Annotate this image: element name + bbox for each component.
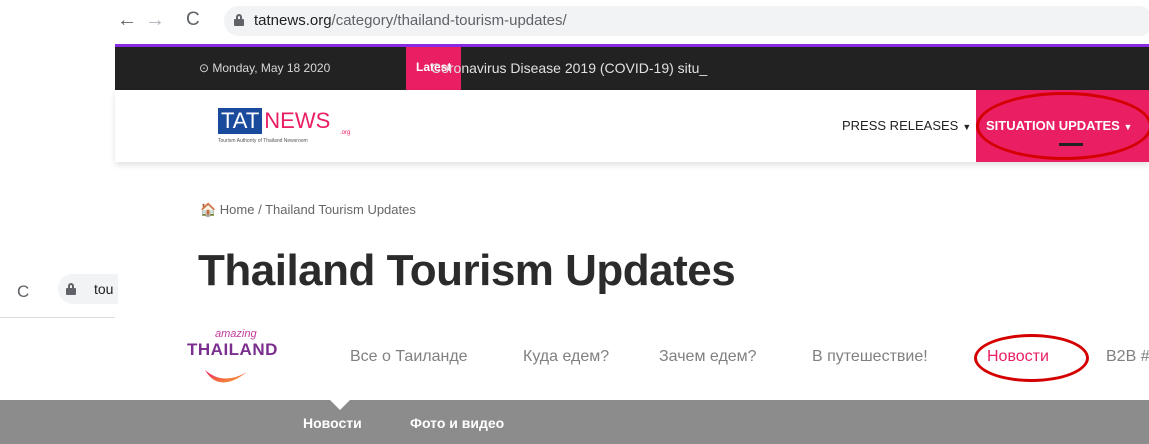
- menu-item-travel[interactable]: В путешествие!: [812, 348, 928, 366]
- logo-tagline: Tourism Authority of Thailand Newsroom: [218, 138, 308, 144]
- logo-org: .org: [340, 130, 351, 136]
- annotation-circle: [976, 92, 1149, 160]
- tatnews-logo[interactable]: TAT NEWS .org Tourism Authority of Thaila…: [218, 108, 350, 144]
- browser-toolbar: ← → C tatnews.org/category/thailand-tour…: [100, 0, 1149, 44]
- browser-toolbar-fragment: C tou: [0, 260, 118, 318]
- menu-item-about-thailand[interactable]: Все о Таиланде: [350, 348, 468, 366]
- subnav-item-photo-video[interactable]: Фото и видео: [410, 415, 504, 431]
- reload-icon[interactable]: C: [186, 8, 200, 32]
- amazing-thailand-logo[interactable]: amazing THAILAND: [187, 328, 297, 398]
- subnav-item-news[interactable]: Новости: [303, 415, 362, 431]
- site-header: TAT NEWS .org Tourism Authority of Thaila…: [115, 90, 1149, 162]
- top-news-bar: ⊙ Monday, May 18 2020 Latest Coronavirus…: [115, 44, 1149, 90]
- menu-item-why-go[interactable]: Зачем едем?: [659, 348, 757, 366]
- logo-news: NEWS: [264, 108, 331, 133]
- url-text[interactable]: tatnews.org/category/thailand-tourism-up…: [254, 12, 567, 29]
- menu-item-b2b[interactable]: B2B #: [1106, 348, 1149, 366]
- press-releases-label: PRESS RELEASES: [842, 118, 959, 133]
- annotation-circle: [974, 334, 1089, 382]
- address-bar-fragment[interactable]: tou: [58, 274, 118, 304]
- url-domain: tatnews.org: [254, 12, 332, 29]
- lock-icon: [234, 14, 244, 26]
- reload-icon[interactable]: C: [17, 282, 29, 302]
- page-title: Thailand Tourism Updates: [198, 246, 736, 295]
- logo-tat: TAT: [218, 108, 263, 134]
- sub-navigation: Новости Фото и видео: [0, 400, 1149, 444]
- swoosh-icon: [205, 370, 247, 383]
- lock-icon: [66, 283, 76, 295]
- address-bar[interactable]: tatnews.org/category/thailand-tourism-up…: [224, 6, 1149, 36]
- current-date: ⊙ Monday, May 18 2020: [199, 61, 331, 75]
- url-fragment-text: tou: [94, 281, 114, 297]
- forward-arrow-icon[interactable]: →: [145, 8, 165, 32]
- breadcrumb[interactable]: 🏠 Home / Thailand Tourism Updates: [200, 202, 416, 218]
- news-ticker[interactable]: Coronavirus Disease 2019 (COVID-19) situ…: [431, 60, 707, 76]
- menu-item-where-to-go[interactable]: Куда едем?: [523, 348, 609, 366]
- amazing-thailand-nav: amazing THAILAND Все о Таиланде Куда еде…: [115, 318, 1149, 400]
- logo-amazing: amazing: [215, 328, 257, 340]
- url-path: /category/thailand-tourism-updates/: [331, 12, 567, 29]
- active-arrow-icon: [330, 400, 350, 410]
- back-arrow-icon[interactable]: ←: [117, 8, 137, 32]
- press-releases-menu[interactable]: PRESS RELEASES ▼: [842, 118, 971, 133]
- caret-down-icon: ▼: [962, 122, 972, 132]
